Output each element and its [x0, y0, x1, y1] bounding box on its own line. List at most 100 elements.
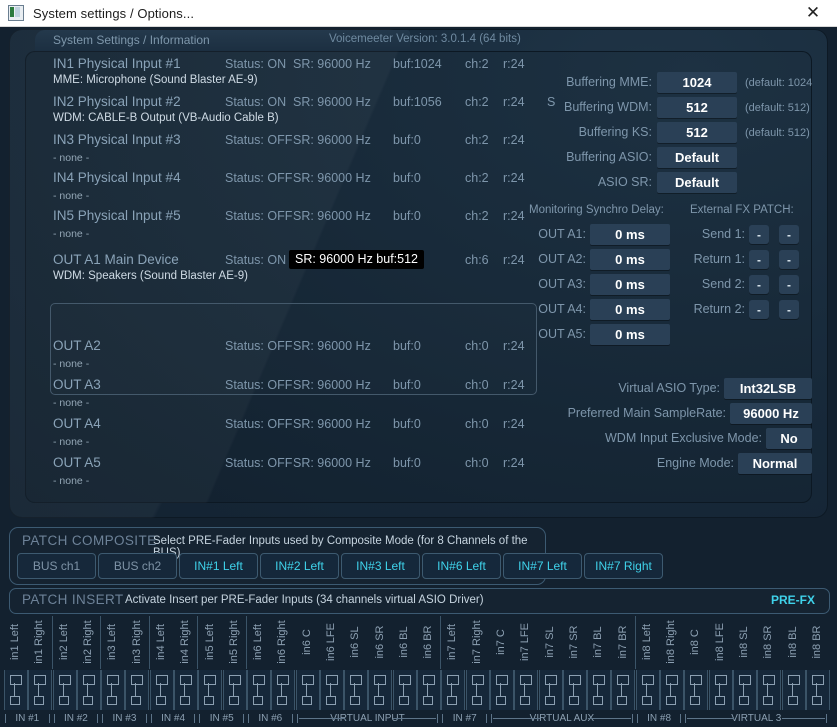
insert-toggle-cell[interactable]: [28, 670, 52, 710]
engine-setting-value[interactable]: Normal: [738, 453, 812, 474]
patch-insert-description: Activate Insert per PRE-Fader Inputs (34…: [125, 594, 484, 606]
insert-toggle-cell[interactable]: [709, 670, 733, 710]
insert-toggle-cell[interactable]: [296, 670, 320, 710]
insert-toggle-cell[interactable]: [368, 670, 392, 710]
fx-patch-slot-a[interactable]: -: [749, 250, 769, 269]
device-row[interactable]: IN2 Physical Input #2Status: ONSR: 96000…: [25, 93, 515, 131]
fx-patch-slot-a[interactable]: -: [749, 275, 769, 294]
pre-fx-button[interactable]: PRE-FX: [771, 593, 815, 607]
composite-button[interactable]: BUS ch1: [17, 553, 96, 579]
engine-setting-value[interactable]: No: [766, 428, 812, 449]
insert-toggle-cell[interactable]: [563, 670, 587, 710]
insert-toggle-cell[interactable]: [466, 670, 490, 710]
device-driver-label: - none -: [53, 190, 89, 202]
insert-toggle-cell[interactable]: [271, 670, 295, 710]
close-icon[interactable]: ✕: [803, 3, 823, 23]
fx-patch-slot-a[interactable]: -: [749, 300, 769, 319]
insert-toggle-cell[interactable]: [247, 670, 271, 710]
group-tick: [486, 714, 487, 723]
insert-toggle-icon: [398, 675, 412, 705]
fx-patch-slot-b[interactable]: -: [779, 250, 799, 269]
device-row[interactable]: OUT A2Status: OFFSR: 96000 Hzbuf:0ch:0r:…: [25, 337, 515, 375]
buffering-value[interactable]: 1024: [657, 72, 737, 93]
fx-patch-slot-b[interactable]: -: [779, 225, 799, 244]
device-row[interactable]: IN1 Physical Input #1Status: ONSR: 96000…: [25, 55, 515, 93]
synchro-out-label: OUT A4:: [525, 302, 586, 316]
composite-button[interactable]: IN#1 Left: [179, 553, 258, 579]
insert-toggle-cell[interactable]: [587, 670, 611, 710]
buffering-label: Buffering KS:: [515, 125, 652, 139]
insert-channel-label-wrap: in3 Right: [124, 616, 148, 669]
buffering-value[interactable]: 512: [657, 122, 737, 143]
insert-toggle-cell[interactable]: [150, 670, 174, 710]
device-row[interactable]: IN3 Physical Input #3Status: OFFSR: 9600…: [25, 131, 515, 169]
insert-toggle-cell[interactable]: [344, 670, 368, 710]
insert-toggle-cell[interactable]: [53, 670, 77, 710]
composite-button[interactable]: IN#6 Left: [422, 553, 501, 579]
synchro-delay-value[interactable]: 0 ms: [590, 324, 670, 345]
synchro-delay-value[interactable]: 0 ms: [590, 249, 670, 270]
monitoring-synchro-delay-label: Monitoring Synchro Delay:: [529, 204, 664, 216]
insert-toggle-cell[interactable]: [417, 670, 441, 710]
composite-button[interactable]: IN#7 Right: [584, 553, 663, 579]
synchro-delay-value[interactable]: 0 ms: [590, 224, 670, 245]
device-samplerate: SR: 96000 Hz: [293, 171, 371, 185]
synchro-delay-value[interactable]: 0 ms: [590, 299, 670, 320]
insert-toggle-cell[interactable]: [684, 670, 708, 710]
composite-button[interactable]: BUS ch2: [98, 553, 177, 579]
fx-patch-label: Return 1:: [680, 252, 745, 266]
insert-toggle-cell[interactable]: [77, 670, 101, 710]
device-buffer: buf:0: [393, 417, 421, 431]
group-tick: [97, 714, 98, 723]
patch-composite-buttons: BUS ch1BUS ch2IN#1 LeftIN#2 LeftIN#3 Lef…: [17, 553, 663, 579]
insert-channel-label: in6 LFE: [325, 623, 337, 661]
device-row[interactable]: OUT A5Status: OFFSR: 96000 Hzbuf:0ch:0r:…: [25, 454, 515, 492]
composite-button[interactable]: IN#7 Left: [503, 553, 582, 579]
insert-toggle-cell[interactable]: [733, 670, 757, 710]
engine-setting-value[interactable]: Int32LSB: [724, 378, 812, 399]
device-row[interactable]: OUT A1 Main DeviceStatus: ONSR: 96000 Hz…: [25, 251, 515, 289]
buffering-value[interactable]: 512: [657, 97, 737, 118]
insert-toggle-cell[interactable]: [393, 670, 417, 710]
insert-toggle-cell[interactable]: [782, 670, 806, 710]
insert-toggle-icon: [58, 675, 72, 705]
insert-toggle-cell[interactable]: [514, 670, 538, 710]
composite-button[interactable]: IN#2 Left: [260, 553, 339, 579]
insert-toggle-cell[interactable]: [539, 670, 563, 710]
insert-toggle-cell[interactable]: [101, 670, 125, 710]
insert-toggle-cell[interactable]: [198, 670, 222, 710]
insert-channel-label-wrap: in6 LFE: [319, 616, 343, 669]
device-row[interactable]: OUT A4Status: OFFSR: 96000 Hzbuf:0ch:0r:…: [25, 415, 515, 453]
device-channels: ch:2: [465, 95, 489, 109]
insert-toggle-cell[interactable]: [223, 670, 247, 710]
insert-channel-label: in7 SL: [544, 626, 556, 657]
buffering-value[interactable]: Default: [657, 172, 737, 193]
synchro-delay-value[interactable]: 0 ms: [590, 274, 670, 295]
insert-toggle-cell[interactable]: [806, 670, 830, 710]
device-samplerate: SR: 96000 Hz: [293, 456, 371, 470]
buffering-value[interactable]: Default: [657, 147, 737, 168]
insert-toggle-cell[interactable]: [611, 670, 635, 710]
group-tick: [5, 714, 6, 723]
device-channels: ch:0: [465, 456, 489, 470]
insert-toggle-cell[interactable]: [490, 670, 514, 710]
insert-toggle-cell[interactable]: [757, 670, 781, 710]
device-row[interactable]: IN5 Physical Input #5Status: OFFSR: 9600…: [25, 207, 515, 245]
insert-toggle-cell[interactable]: [174, 670, 198, 710]
insert-toggle-cell[interactable]: [125, 670, 149, 710]
fx-patch-slot-b[interactable]: -: [779, 300, 799, 319]
group-rule-right: [588, 718, 631, 719]
device-row[interactable]: OUT A3Status: OFFSR: 96000 Hzbuf:0ch:0r:…: [25, 376, 515, 414]
insert-toggle-cell[interactable]: [660, 670, 684, 710]
fx-patch-slot-a[interactable]: -: [749, 225, 769, 244]
device-status: Status: OFF: [225, 209, 292, 223]
composite-button[interactable]: IN#3 Left: [341, 553, 420, 579]
insert-channel-label-wrap: in6 Right: [270, 616, 294, 669]
device-row[interactable]: IN4 Physical Input #4Status: OFFSR: 9600…: [25, 169, 515, 207]
fx-patch-slot-b[interactable]: -: [779, 275, 799, 294]
insert-toggle-cell[interactable]: [4, 670, 28, 710]
insert-toggle-cell[interactable]: [441, 670, 465, 710]
insert-toggle-cell[interactable]: [636, 670, 660, 710]
insert-toggle-cell[interactable]: [320, 670, 344, 710]
engine-setting-value[interactable]: 96000 Hz: [730, 403, 812, 424]
